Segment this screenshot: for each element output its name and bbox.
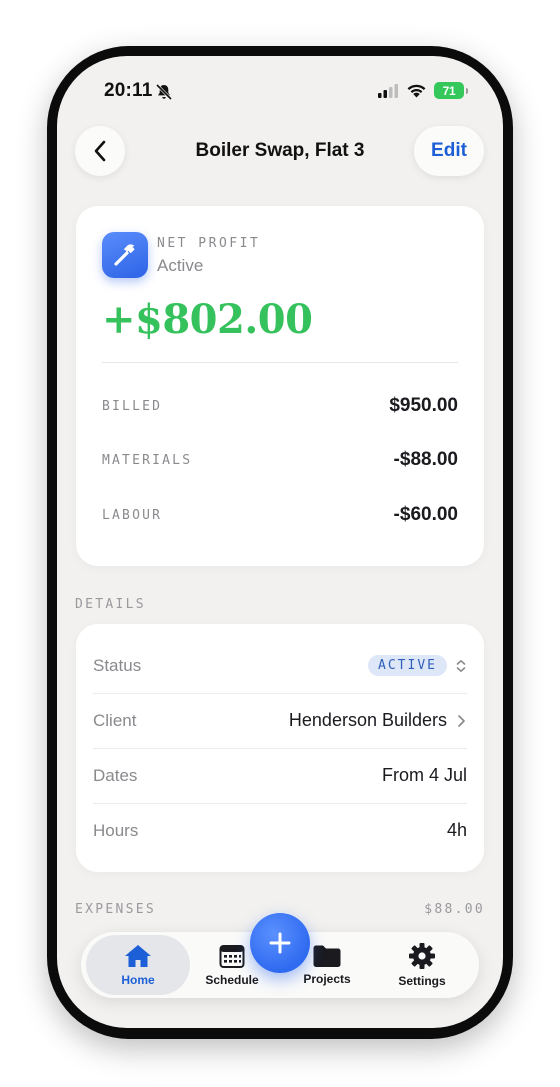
- add-button[interactable]: [250, 913, 310, 973]
- billed-value: $950.00: [389, 395, 458, 416]
- plus-icon: [269, 932, 291, 954]
- details-section-label: DETAILS: [75, 597, 146, 612]
- dates-value: From 4 Jul: [381, 765, 467, 785]
- status-time: 20:11: [104, 80, 153, 101]
- client-label: Client: [93, 710, 137, 730]
- chevron-left-icon: [94, 140, 106, 162]
- chevron-up-down-icon: [456, 659, 466, 672]
- hours-label: Hours: [93, 820, 139, 840]
- tab-home-label: Home: [121, 973, 155, 987]
- billed-label: BILLED: [102, 398, 163, 414]
- status-label: Status: [93, 655, 142, 675]
- materials-label: MATERIALS: [102, 452, 193, 468]
- tab-settings-label: Settings: [398, 974, 446, 988]
- dates-row[interactable]: Dates From 4 Jul: [93, 748, 467, 803]
- edit-button[interactable]: Edit: [414, 126, 484, 176]
- divider: [102, 362, 458, 363]
- wifi-icon: [407, 84, 426, 98]
- expenses-total: $88.00: [424, 902, 485, 917]
- hours-value: 4h: [446, 820, 467, 840]
- tab-home[interactable]: Home: [86, 935, 190, 995]
- net-profit-label: NET PROFIT: [157, 236, 261, 251]
- dates-label: Dates: [93, 765, 138, 785]
- labour-row: LABOUR -$60.00: [102, 502, 458, 528]
- hammer-icon: [102, 232, 148, 278]
- page-title: Boiler Swap, Flat 3: [195, 140, 365, 161]
- folder-icon: [313, 945, 341, 967]
- status-badge: ACTIVE: [368, 655, 447, 676]
- labour-label: LABOUR: [102, 507, 163, 523]
- net-profit-card: NET PROFIT Active +$802.00 BILLED $950.0…: [76, 206, 484, 566]
- labour-value: -$60.00: [393, 504, 458, 525]
- billed-row: BILLED $950.00: [102, 393, 458, 419]
- battery-indicator: 71: [434, 82, 468, 99]
- bell-slash-icon: [155, 83, 173, 101]
- battery-level: 71: [442, 83, 456, 98]
- expenses-section-label: EXPENSES: [75, 902, 157, 917]
- client-value: Henderson Builders: [288, 710, 447, 730]
- net-profit-amount: +$802.00: [102, 296, 313, 343]
- tab-projects-label: Projects: [303, 972, 351, 986]
- tab-schedule-label: Schedule: [205, 973, 259, 987]
- materials-row: MATERIALS -$88.00: [102, 447, 458, 473]
- hours-row[interactable]: Hours 4h: [93, 803, 467, 858]
- house-icon: [125, 945, 151, 967]
- gear-icon: [409, 943, 435, 969]
- client-row[interactable]: Client Henderson Builders: [93, 693, 467, 748]
- details-card: Status ACTIVE Client Henderson Builders …: [76, 624, 484, 872]
- materials-value: -$88.00: [393, 449, 458, 470]
- cellular-signal-icon: [378, 84, 398, 98]
- chevron-right-icon: [458, 714, 465, 727]
- calendar-icon: [219, 945, 245, 968]
- app-screen: 20:11 71 Boiler Swap, Flat 3 Edit NET PR…: [57, 56, 503, 1028]
- status-row[interactable]: Status ACTIVE: [93, 638, 467, 693]
- tab-settings[interactable]: Settings: [376, 932, 468, 998]
- back-button[interactable]: [75, 126, 125, 176]
- project-status-text: Active: [157, 256, 204, 275]
